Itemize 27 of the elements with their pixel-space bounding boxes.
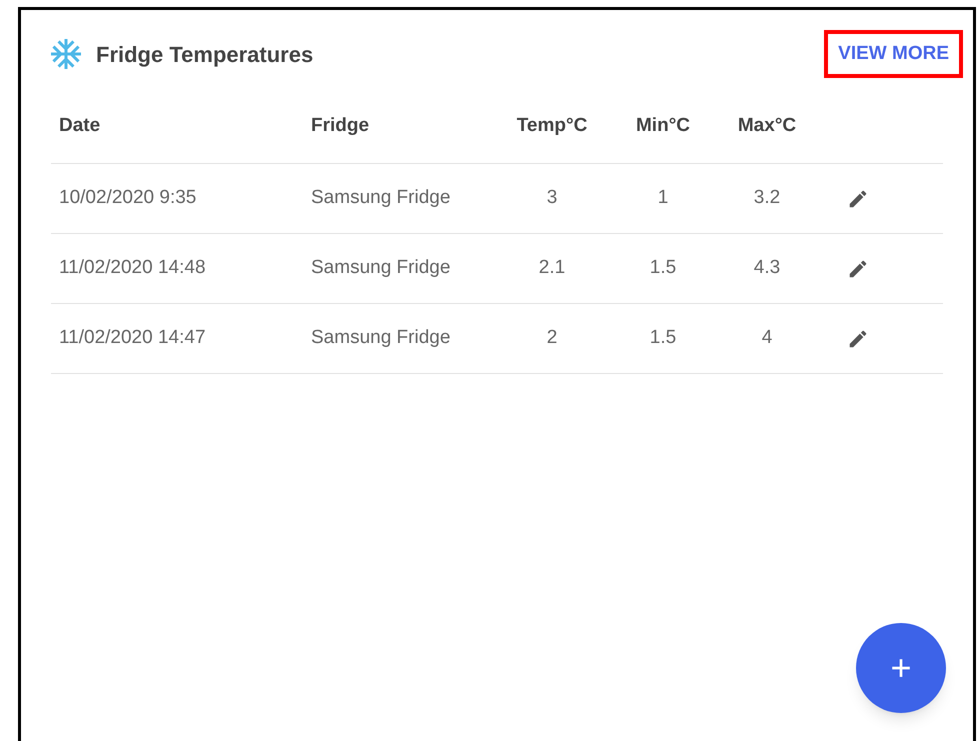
column-header: Date <box>59 115 100 136</box>
table-cell: 1.5 <box>650 327 676 348</box>
card-title: Fridge Temperatures <box>96 40 314 69</box>
table-cell: 4.3 <box>754 257 780 278</box>
table-cell: 11/02/2020 14:47 <box>59 327 206 348</box>
table-cell: 3 <box>546 187 558 208</box>
column-header: Min°C <box>636 115 690 136</box>
pencil-icon[interactable] <box>847 188 869 210</box>
table-cell: Samsung Fridge <box>311 257 450 278</box>
table-cell: 2.1 <box>538 257 566 278</box>
pencil-icon[interactable] <box>847 258 869 280</box>
table-cell: Samsung Fridge <box>311 187 450 208</box>
table-cell: 3.2 <box>754 187 780 208</box>
snowflake-icon <box>48 36 84 72</box>
column-header: Fridge <box>311 115 370 136</box>
table-cell: 1.5 <box>650 257 676 278</box>
table-cell: 4 <box>762 327 772 348</box>
table-cell: 11/02/2020 14:48 <box>59 257 206 278</box>
column-header: Temp°C <box>516 115 588 136</box>
table-cell: Samsung Fridge <box>311 327 450 348</box>
table-cell: 2 <box>546 327 558 348</box>
view-more-button[interactable]: VIEW MORE <box>824 30 963 78</box>
table-cell: 10/02/2020 9:35 <box>59 187 196 208</box>
table-cell: 1 <box>658 187 668 208</box>
column-header: Max°C <box>738 115 796 136</box>
add-button[interactable]: + <box>856 623 946 713</box>
pencil-icon[interactable] <box>847 328 869 350</box>
